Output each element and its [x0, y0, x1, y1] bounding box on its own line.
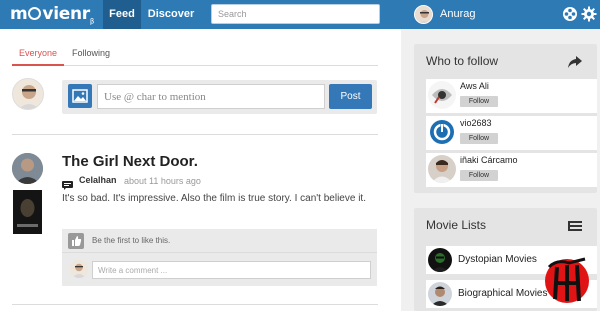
post-author-avatar[interactable] — [12, 153, 43, 184]
nav-feed-tab[interactable]: Feed — [103, 0, 141, 29]
mention-input[interactable] — [97, 84, 325, 109]
search-input[interactable] — [211, 4, 380, 24]
like-separator — [62, 252, 377, 253]
post-body: It's so bad. It's impressive. Also the f… — [62, 193, 366, 204]
image-upload-button[interactable] — [68, 84, 92, 108]
movie-list-name[interactable]: Dystopian Movies — [458, 254, 537, 265]
post-title[interactable]: The Girl Next Door. — [62, 153, 198, 170]
feed-divider — [12, 134, 378, 135]
current-user-avatar — [12, 78, 44, 110]
user-avatar[interactable] — [414, 5, 433, 24]
who-to-follow-card: Who to follow Aws Ali Follow vio2683 Fol… — [414, 44, 597, 193]
post-actions: Be the first to like this. — [62, 229, 377, 286]
like-thumb-icon[interactable] — [68, 233, 84, 249]
follow-button[interactable]: Follow — [460, 96, 498, 107]
share-arrow-icon[interactable] — [568, 55, 582, 68]
follow-suggestion: iñaki Cárcamo Follow — [426, 153, 597, 187]
follow-user-avatar[interactable] — [428, 81, 456, 109]
follow-user-name[interactable]: vio2683 — [460, 118, 492, 128]
settings-gear-icon[interactable] — [581, 6, 597, 22]
top-nav-bar: mvienrβ Feed Discover Anurag — [0, 0, 600, 29]
post-button[interactable]: Post — [329, 84, 372, 109]
follow-user-avatar[interactable] — [428, 118, 456, 146]
who-to-follow-title: Who to follow — [426, 54, 499, 68]
follow-button[interactable]: Follow — [460, 133, 498, 144]
follow-suggestion: vio2683 Follow — [426, 116, 597, 150]
feed-tabs: Everyone Following — [12, 46, 378, 66]
post-author-name[interactable]: Celalhan — [79, 175, 117, 185]
nav-discover-tab[interactable]: Discover — [146, 0, 196, 29]
follow-suggestion: Aws Ali Follow — [426, 79, 597, 113]
movienr-logo[interactable]: m vienrβ — [10, 4, 94, 25]
tab-following[interactable]: Following — [72, 46, 110, 66]
post-divider — [12, 304, 378, 305]
follow-button[interactable]: Follow — [460, 170, 498, 181]
movie-list-thumbnail — [428, 282, 452, 306]
commenter-avatar — [70, 260, 88, 278]
watermark-logo-icon — [543, 253, 591, 307]
movie-list-thumbnail — [428, 248, 452, 272]
movie-poster-thumbnail[interactable] — [13, 190, 42, 234]
film-reel-icon[interactable] — [562, 6, 578, 22]
follow-user-avatar[interactable] — [428, 155, 456, 183]
tab-everyone[interactable]: Everyone — [12, 46, 64, 66]
list-menu-icon[interactable] — [568, 219, 582, 231]
like-prompt-text: Be the first to like this. — [92, 236, 171, 245]
user-name[interactable]: Anurag — [440, 0, 475, 29]
comment-input[interactable] — [92, 261, 371, 279]
post-timestamp: about 11 hours ago — [124, 176, 201, 186]
movie-list-name[interactable]: Biographical Movies — [458, 288, 548, 299]
comment-bubble-icon — [62, 177, 73, 190]
follow-user-name[interactable]: iñaki Cárcamo — [460, 155, 518, 165]
follow-user-name[interactable]: Aws Ali — [460, 81, 489, 91]
post-composer: Post — [62, 80, 377, 114]
movie-lists-title: Movie Lists — [426, 218, 487, 232]
